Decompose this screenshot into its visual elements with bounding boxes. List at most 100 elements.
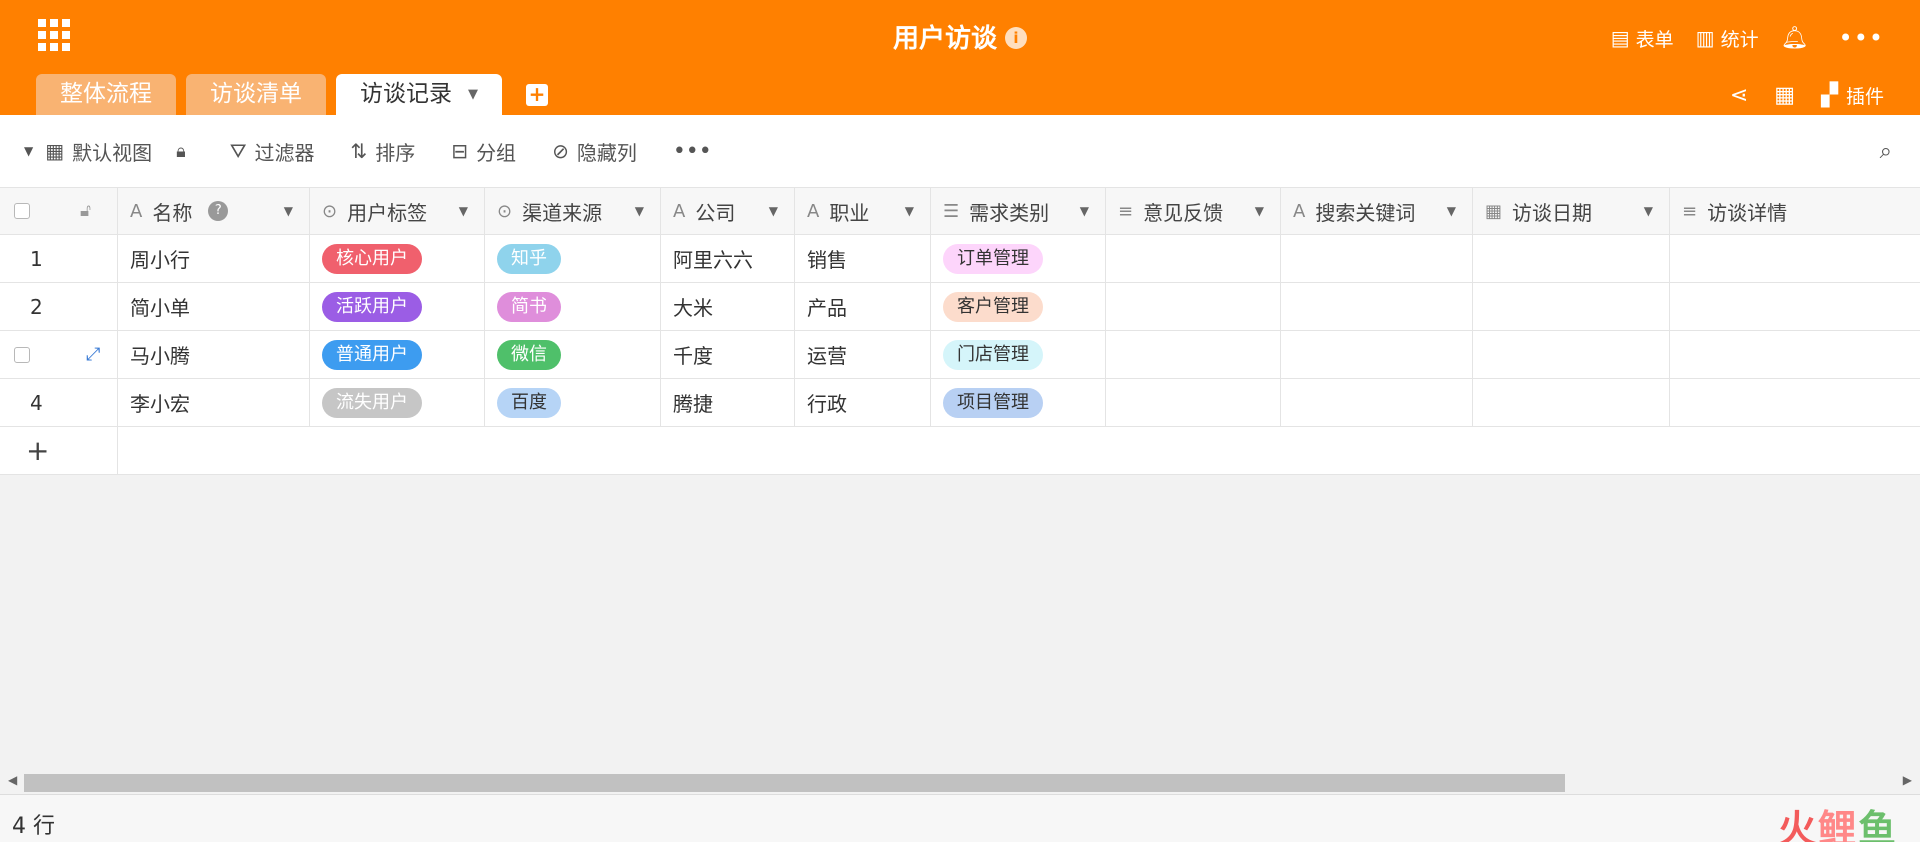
plugin-label[interactable]: 插件: [1846, 82, 1884, 109]
date-cell[interactable]: [1473, 379, 1670, 426]
table-row[interactable]: ⤢ 马小腾 普通用户 微信 千度 运营 门店管理: [0, 331, 1920, 379]
column-header-details[interactable]: ≡ 访谈详情: [1670, 188, 1920, 234]
select-all-checkbox[interactable]: [14, 203, 30, 219]
chevron-down-icon[interactable]: ▼: [1080, 204, 1089, 218]
job-cell[interactable]: 行政: [795, 379, 931, 426]
hide-columns-button[interactable]: ⊘ 隐藏列: [552, 137, 637, 166]
details-cell[interactable]: [1670, 283, 1920, 330]
view-selector[interactable]: ▦ 默认视图: [45, 137, 152, 166]
details-cell[interactable]: [1670, 331, 1920, 378]
table-row[interactable]: 1 周小行 核心用户 知乎 阿里六六 销售 订单管理: [0, 235, 1920, 283]
keywords-cell[interactable]: [1281, 379, 1473, 426]
channel-badge: 微信: [497, 339, 561, 370]
horizontal-scrollbar[interactable]: ◀ ▶: [0, 772, 1920, 794]
row-checkbox[interactable]: [14, 346, 30, 363]
column-header-job[interactable]: A 职业 ▼: [795, 188, 931, 234]
unlock-icon[interactable]: 🔓︎: [80, 201, 91, 221]
more-options-icon[interactable]: •••: [673, 139, 712, 164]
chevron-down-icon[interactable]: ▼: [284, 204, 293, 218]
tab-interview-records[interactable]: 访谈记录 ▼: [336, 74, 502, 115]
date-cell[interactable]: [1473, 235, 1670, 282]
keywords-cell[interactable]: [1281, 283, 1473, 330]
more-icon[interactable]: •••: [1839, 24, 1884, 52]
group-button[interactable]: ⊟ 分组: [451, 137, 516, 166]
keywords-cell[interactable]: [1281, 331, 1473, 378]
chevron-down-icon[interactable]: ▼: [769, 204, 778, 218]
user-tag-cell[interactable]: 普通用户: [310, 331, 485, 378]
chevron-down-icon[interactable]: ▼: [905, 204, 914, 218]
form-settings-icon[interactable]: ▦: [1774, 83, 1795, 108]
share-icon[interactable]: ⋖: [1730, 83, 1748, 108]
column-header-need-category[interactable]: ☰ 需求类别 ▼: [931, 188, 1106, 234]
column-title: 公司: [695, 200, 736, 225]
channel-cell[interactable]: 简书: [485, 283, 661, 330]
column-header-channel[interactable]: ⊙ 渠道来源 ▼: [485, 188, 661, 234]
company-cell[interactable]: 大米: [661, 283, 795, 330]
company-cell[interactable]: 腾捷: [661, 379, 795, 426]
table-row[interactable]: 4 李小宏 流失用户 百度 腾捷 行政 项目管理: [0, 379, 1920, 427]
channel-cell[interactable]: 微信: [485, 331, 661, 378]
column-header-company[interactable]: A 公司 ▼: [661, 188, 795, 234]
keywords-cell[interactable]: [1281, 235, 1473, 282]
chevron-down-icon[interactable]: ▼: [1255, 204, 1264, 218]
name-value: 周小行: [130, 248, 190, 272]
name-cell[interactable]: 周小行: [118, 235, 310, 282]
scrollbar-thumb[interactable]: [24, 774, 1565, 792]
search-icon[interactable]: ⌕: [1880, 139, 1892, 164]
chevron-down-icon[interactable]: ▼: [1644, 204, 1653, 218]
user-tag-cell[interactable]: 活跃用户: [310, 283, 485, 330]
plugin-icon[interactable]: ▞: [1821, 83, 1838, 108]
tab-overall-flow[interactable]: 整体流程: [36, 74, 176, 115]
channel-cell[interactable]: 知乎: [485, 235, 661, 282]
column-header-keywords[interactable]: A 搜索关键词 ▼: [1281, 188, 1473, 234]
chevron-down-icon[interactable]: ▼: [635, 204, 644, 218]
chevron-down-icon[interactable]: ▼: [459, 204, 468, 218]
details-cell[interactable]: [1670, 235, 1920, 282]
date-cell[interactable]: [1473, 331, 1670, 378]
help-icon[interactable]: ?: [208, 201, 229, 221]
column-header-user-tag[interactable]: ⊙ 用户标签 ▼: [310, 188, 485, 234]
chevron-down-icon[interactable]: ▼: [1447, 204, 1456, 218]
need-category-cell[interactable]: 项目管理: [931, 379, 1106, 426]
tab-interview-list[interactable]: 访谈清单: [186, 74, 326, 115]
name-cell[interactable]: 李小宏: [118, 379, 310, 426]
channel-cell[interactable]: 百度: [485, 379, 661, 426]
user-tag-cell[interactable]: 核心用户: [310, 235, 485, 282]
sort-button[interactable]: ⇅ 排序: [351, 137, 416, 166]
stats-button[interactable]: ▥ 统计: [1696, 25, 1759, 52]
job-cell[interactable]: 销售: [795, 235, 931, 282]
add-tab-button[interactable]: +: [526, 84, 548, 106]
feedback-cell[interactable]: [1106, 283, 1281, 330]
company-cell[interactable]: 千度: [661, 331, 795, 378]
company-cell[interactable]: 阿里六六: [661, 235, 795, 282]
job-cell[interactable]: 运营: [795, 331, 931, 378]
filter-button[interactable]: ⛛ 过滤器: [230, 137, 315, 166]
feedback-cell[interactable]: [1106, 379, 1281, 426]
job-cell[interactable]: 产品: [795, 283, 931, 330]
name-cell[interactable]: 简小单: [118, 283, 310, 330]
form-button[interactable]: ▤ 表单: [1611, 25, 1674, 52]
column-header-name[interactable]: A 名称 ? ▼: [118, 188, 310, 234]
date-cell[interactable]: [1473, 283, 1670, 330]
add-row-button[interactable]: +: [0, 427, 118, 474]
feedback-cell[interactable]: [1106, 331, 1281, 378]
column-header-feedback[interactable]: ≡ 意见反馈 ▼: [1106, 188, 1281, 234]
column-header-date[interactable]: ▦ 访谈日期 ▼: [1473, 188, 1670, 234]
caret-down-icon[interactable]: ▼: [24, 144, 33, 158]
feedback-cell[interactable]: [1106, 235, 1281, 282]
bell-icon[interactable]: 🔔︎: [1781, 26, 1809, 51]
expand-icon[interactable]: ⤢: [86, 344, 100, 365]
details-cell[interactable]: [1670, 379, 1920, 426]
table-row[interactable]: 2 简小单 活跃用户 简书 大米 产品 客户管理: [0, 283, 1920, 331]
chevron-down-icon[interactable]: ▼: [468, 74, 478, 115]
scroll-left-icon[interactable]: ◀: [8, 773, 17, 787]
need-category-cell[interactable]: 客户管理: [931, 283, 1106, 330]
info-icon[interactable]: i: [1005, 27, 1027, 49]
need-category-cell[interactable]: 订单管理: [931, 235, 1106, 282]
lock-icon[interactable]: 🔒︎: [176, 141, 186, 162]
watermark-logo: 火鲤鱼: [1778, 798, 1898, 842]
name-cell[interactable]: 马小腾: [118, 331, 310, 378]
scroll-right-icon[interactable]: ▶: [1903, 773, 1912, 787]
need-category-cell[interactable]: 门店管理: [931, 331, 1106, 378]
user-tag-cell[interactable]: 流失用户: [310, 379, 485, 426]
